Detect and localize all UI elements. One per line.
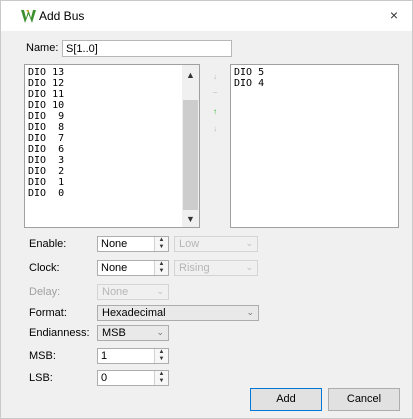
scroll-down-icon[interactable]: ▼ bbox=[182, 211, 199, 227]
spin-arrows-icon[interactable]: ▲ ▼ bbox=[154, 371, 168, 385]
delay-label: Delay: bbox=[29, 286, 61, 298]
vertical-scrollbar[interactable]: ▲ ▼ bbox=[182, 65, 199, 227]
endianness-value: MSB bbox=[102, 327, 126, 339]
name-label: Name: bbox=[26, 42, 59, 54]
format-select[interactable]: Hexadecimal ⌄ bbox=[97, 305, 259, 321]
scroll-thumb[interactable] bbox=[183, 100, 198, 210]
selected-items: DIO 5 DIO 4 bbox=[231, 67, 264, 89]
list-item[interactable]: DIO 7 bbox=[25, 133, 64, 144]
enable-select[interactable]: None ▲ ▼ bbox=[97, 236, 169, 252]
available-signals-list[interactable]: DIO 13 DIO 12 DIO 11 DIO 10 DIO 9 DIO 8 DIO 7D… bbox=[24, 64, 200, 228]
cancel-button[interactable]: Cancel bbox=[328, 388, 400, 411]
clock-select[interactable]: None ▲ ▼ bbox=[97, 260, 169, 276]
remove-signal-icon[interactable]: ↓ bbox=[208, 122, 222, 136]
lsb-value: 0 bbox=[101, 372, 108, 384]
list-item[interactable]: DIO 13 bbox=[25, 67, 64, 78]
delay-select: None ⌄ bbox=[97, 284, 169, 300]
list-item[interactable]: DIO 9 bbox=[25, 111, 64, 122]
msb-value: 1 bbox=[101, 350, 108, 362]
enable-label: Enable: bbox=[29, 238, 67, 250]
name-input[interactable] bbox=[62, 40, 232, 57]
spin-arrows-icon[interactable]: ▲ ▼ bbox=[154, 237, 168, 251]
spin-arrows-icon[interactable]: ▲ ▼ bbox=[154, 349, 168, 363]
chevron-down-icon: ⌄ bbox=[246, 307, 254, 317]
delay-value: None bbox=[102, 286, 129, 298]
clock-edge-select: Rising ⌄ bbox=[174, 260, 258, 276]
enable-value: None bbox=[101, 238, 128, 250]
format-value: Hexadecimal bbox=[102, 307, 166, 319]
lsb-spinbox[interactable]: 0 ▲ ▼ bbox=[97, 370, 169, 386]
list-item[interactable]: DIO 10 bbox=[25, 100, 64, 111]
list-item[interactable]: DIO 0 bbox=[25, 188, 64, 199]
app-logo-icon bbox=[21, 10, 36, 23]
chevron-down-icon: ⌄ bbox=[156, 327, 164, 337]
format-label: Format: bbox=[29, 307, 67, 319]
list-item[interactable]: DIO 3 bbox=[25, 155, 64, 166]
chevron-down-icon: ⌄ bbox=[245, 238, 253, 248]
close-icon[interactable]: × bbox=[390, 7, 398, 23]
lsb-label: LSB: bbox=[29, 372, 53, 384]
list-item[interactable]: DIO 5 bbox=[231, 67, 264, 78]
list-item[interactable]: DIO 2 bbox=[25, 166, 64, 177]
endianness-select[interactable]: MSB ⌄ bbox=[97, 325, 169, 341]
enable-level-select: Low ⌄ bbox=[174, 236, 258, 252]
list-item[interactable]: DIO 6 bbox=[25, 144, 64, 155]
chevron-down-icon: ⌄ bbox=[245, 262, 253, 272]
list-item[interactable]: DIO 4 bbox=[231, 78, 264, 89]
list-item[interactable]: DIO 12 bbox=[25, 78, 64, 89]
clock-edge-value: Rising bbox=[179, 262, 210, 274]
add-button[interactable]: Add bbox=[250, 388, 322, 411]
enable-level-value: Low bbox=[179, 238, 200, 250]
clock-label: Clock: bbox=[29, 262, 60, 274]
msb-label: MSB: bbox=[29, 350, 56, 362]
list-item[interactable]: DIO 1 bbox=[25, 177, 64, 188]
title-bar: Add Bus × bbox=[1, 1, 412, 31]
available-items: DIO 13 DIO 12 DIO 11 DIO 10 DIO 9 DIO 8 DIO 7D… bbox=[25, 67, 64, 199]
selected-signals-list[interactable]: DIO 5 DIO 4 bbox=[230, 64, 399, 228]
chevron-down-icon: ⌄ bbox=[156, 286, 164, 296]
add-bus-dialog: Add Bus × Name: DIO 13DIO 12DIO 11DIO 10… bbox=[0, 0, 413, 419]
add-signal-icon[interactable]: ↑ bbox=[208, 105, 222, 119]
spin-arrows-icon[interactable]: ▲ ▼ bbox=[154, 261, 168, 275]
move-down-icon[interactable]: − bbox=[208, 86, 222, 100]
move-to-bottom-icon[interactable]: ↓ bbox=[208, 70, 222, 84]
clock-value: None bbox=[101, 262, 128, 274]
scroll-up-icon[interactable]: ▲ bbox=[182, 67, 199, 83]
list-item[interactable]: DIO 8 bbox=[25, 122, 64, 133]
endianness-label: Endianness: bbox=[29, 327, 90, 339]
window-title: Add Bus bbox=[39, 9, 85, 23]
msb-spinbox[interactable]: 1 ▲ ▼ bbox=[97, 348, 169, 364]
list-item[interactable]: DIO 11 bbox=[25, 89, 64, 100]
